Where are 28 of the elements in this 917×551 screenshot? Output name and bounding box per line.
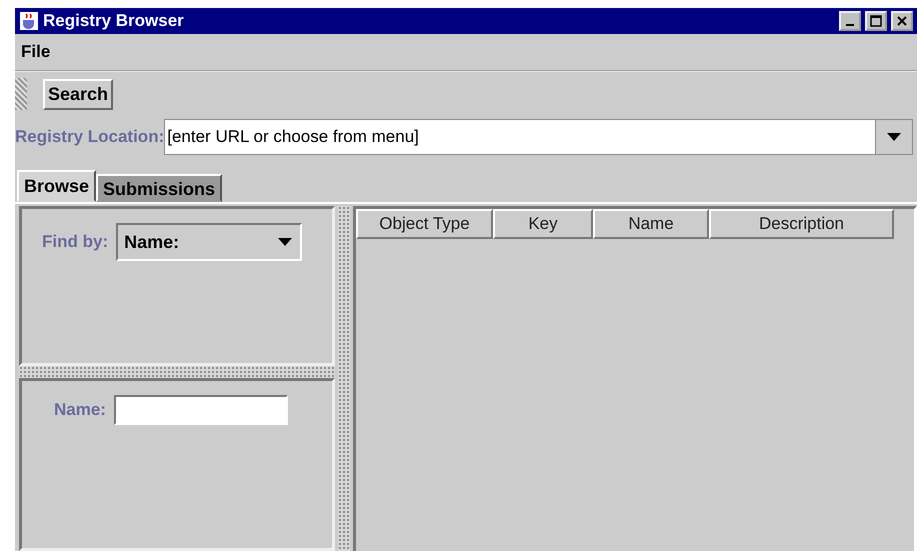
column-header[interactable]: Name — [593, 209, 709, 239]
dropdown-button[interactable] — [875, 119, 913, 155]
field-label: Find by: — [42, 232, 108, 252]
name-input-field[interactable] — [114, 395, 288, 425]
field-label: Name: — [54, 400, 106, 420]
menu-item[interactable]: File — [21, 42, 50, 62]
minimize-icon — [846, 24, 854, 26]
minimize-button[interactable] — [839, 11, 861, 31]
tab[interactable]: Browse — [17, 170, 96, 202]
close-button[interactable] — [891, 11, 913, 31]
maximize-button[interactable] — [865, 11, 887, 31]
location-field[interactable]: [enter URL or choose from menu] — [164, 119, 875, 155]
toolbar-grip[interactable] — [15, 78, 27, 110]
field-label: Registry Location: — [15, 127, 164, 147]
coffee-cup-icon — [19, 11, 39, 31]
search-button[interactable]: Search — [43, 78, 114, 110]
splitter-handle[interactable] — [338, 206, 350, 551]
splitter-handle[interactable] — [19, 366, 335, 378]
maximize-icon — [870, 15, 882, 27]
close-icon — [896, 15, 908, 27]
caret-icon — [278, 238, 292, 246]
tab[interactable]: Submissions — [96, 174, 222, 202]
find-by-dropdown[interactable]: Name: — [116, 223, 302, 261]
window-title: Registry Browser — [43, 11, 185, 31]
column-header[interactable]: Object Type — [356, 209, 493, 239]
caret-icon — [887, 133, 901, 141]
column-header[interactable]: Description — [709, 209, 894, 239]
column-header[interactable]: Key — [493, 209, 593, 239]
